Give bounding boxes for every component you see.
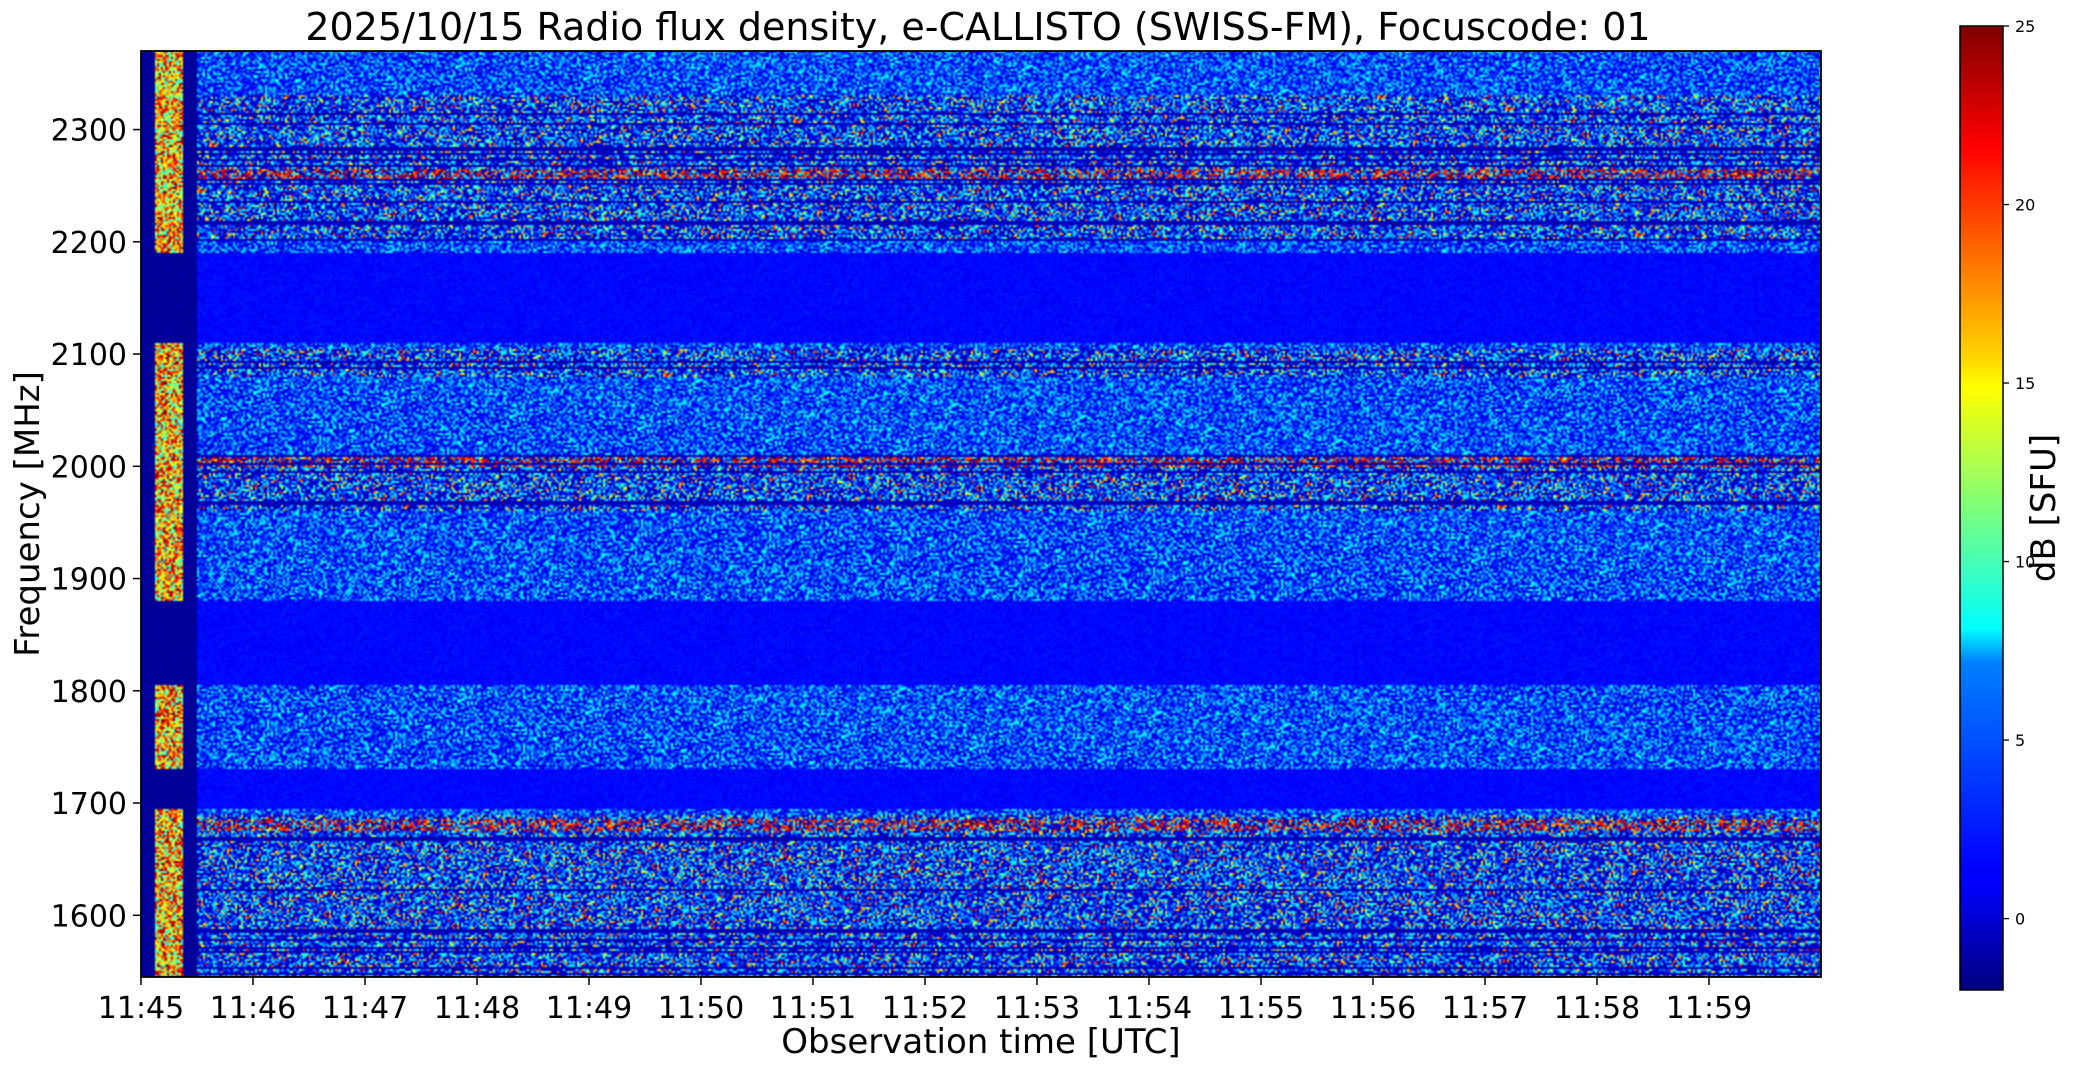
figure-svg: 2025/10/15 Radio flux density, e-CALLIST…	[8, 5, 2064, 1062]
x-tick-label: 11:59	[1666, 991, 1752, 1026]
x-tick-label: 11:54	[1106, 991, 1192, 1026]
x-tick-label: 11:48	[434, 991, 520, 1026]
plot-area	[140, 50, 1822, 978]
x-tick-label: 11:55	[1218, 991, 1304, 1026]
y-axis-label: Frequency [MHz]	[8, 371, 48, 657]
chart-title: 2025/10/15 Radio flux density, e-CALLIST…	[305, 5, 1650, 49]
x-tick-label: 11:53	[994, 991, 1080, 1026]
x-tick-label: 11:52	[882, 991, 968, 1026]
x-tick-label: 11:49	[546, 991, 632, 1026]
colorbar-gradient	[1959, 25, 2004, 991]
colorbar-label: dB [SFU]	[2024, 434, 2064, 582]
y-tick-label: 2200	[51, 226, 127, 261]
y-axis: 1600 1700 1800 1900 2000 2100 2200 2300	[51, 114, 141, 934]
y-tick-label: 1600	[51, 899, 127, 934]
y-tick-label: 1800	[51, 675, 127, 710]
spectrogram-figure: 2025/10/15 Radio flux density, e-CALLIST…	[0, 0, 2082, 1067]
colorbar-tick-label: 0	[2015, 910, 2025, 929]
colorbar: 0510152025 dB [SFU]	[1959, 17, 2064, 991]
colorbar-tick-label: 20	[2015, 196, 2035, 215]
x-axis-label: Observation time [UTC]	[781, 1022, 1180, 1062]
colorbar-tick-label: 5	[2015, 731, 2025, 750]
spectrogram-heatmap	[141, 51, 1821, 977]
x-tick-label: 11:56	[1330, 991, 1416, 1026]
y-tick-label: 2000	[51, 450, 127, 485]
x-tick-label: 11:51	[770, 991, 856, 1026]
x-tick-label: 11:45	[98, 991, 184, 1026]
y-tick-label: 2100	[51, 338, 127, 373]
y-tick-label: 1700	[51, 787, 127, 822]
x-tick-label: 11:50	[658, 991, 744, 1026]
y-tick-label: 2300	[51, 114, 127, 149]
x-axis: 11:45 11:46 11:47 11:48 11:49 11:50 11:51 11:52…	[98, 977, 1752, 1026]
x-tick-label: 11:46	[210, 991, 296, 1026]
x-tick-label: 11:57	[1442, 991, 1528, 1026]
colorbar-tick-label: 15	[2015, 374, 2035, 393]
colorbar-tick-label: 25	[2015, 17, 2035, 36]
y-tick-label: 1900	[51, 563, 127, 598]
x-tick-label: 11:58	[1554, 991, 1640, 1026]
x-tick-label: 11:47	[322, 991, 408, 1026]
